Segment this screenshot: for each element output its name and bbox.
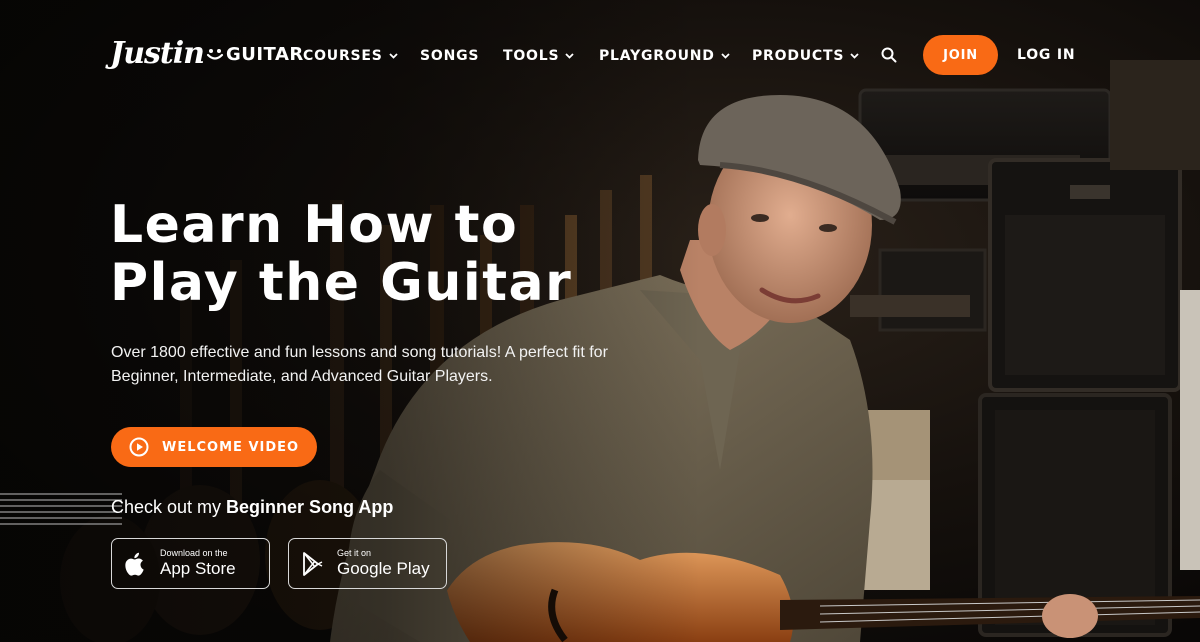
nav-songs-label: SONGS <box>420 48 480 64</box>
nav-courses-label: COURSES <box>303 48 383 64</box>
welcome-video-label: WELCOME VIDEO <box>162 439 300 455</box>
nav-tools[interactable]: TOOLS <box>503 47 574 65</box>
join-button[interactable]: JOIN <box>923 35 998 75</box>
guitar-strings-decoration <box>0 493 122 525</box>
app-promo-intro: Check out my <box>111 497 227 517</box>
smile-icon <box>206 49 224 60</box>
hero-subcopy: Over 1800 effective and fun lessons and … <box>111 344 608 385</box>
hero-headline-line1: Learn How to <box>110 195 519 255</box>
nav-courses[interactable]: COURSES <box>303 47 398 65</box>
play-circle-icon <box>129 437 149 457</box>
chevron-down-icon <box>389 53 398 59</box>
hero-headline: Learn How to Play the Guitar <box>110 196 670 312</box>
google-play-small-label: Get it on <box>337 548 372 558</box>
apple-icon <box>125 552 144 576</box>
chevron-down-icon <box>850 53 859 59</box>
nav-playground-label: PLAYGROUND <box>599 48 715 64</box>
app-store-big-label: App Store <box>160 559 236 578</box>
app-promo-text: Check out my Beginner Song App <box>111 497 393 518</box>
app-promo-name: Beginner Song App <box>226 497 394 517</box>
welcome-video-button[interactable]: WELCOME VIDEO <box>111 427 317 467</box>
top-navigation: Justin GUITAR COURSES SONGS TOOLS PLAYGR… <box>0 0 1200 110</box>
logo-script-text: Justin <box>110 36 205 71</box>
nav-playground[interactable]: PLAYGROUND <box>599 47 730 65</box>
hero-headline-line2: Play the Guitar <box>110 253 573 313</box>
nav-songs[interactable]: SONGS <box>420 47 479 65</box>
google-play-big-label: Google Play <box>337 559 430 578</box>
chevron-down-icon <box>721 53 730 59</box>
app-store-text: Download on the App Store <box>160 548 236 579</box>
nav-products[interactable]: PRODUCTS <box>752 47 859 65</box>
site-logo[interactable]: Justin GUITAR <box>110 33 304 75</box>
logo-word-text: GUITAR <box>225 43 304 65</box>
google-play-button[interactable]: Get it on Google Play <box>288 538 447 589</box>
app-store-button[interactable]: Download on the App Store <box>111 538 270 589</box>
google-play-icon <box>303 551 323 576</box>
nav-tools-label: TOOLS <box>503 48 560 64</box>
nav-products-label: PRODUCTS <box>752 48 845 64</box>
chevron-down-icon <box>565 53 574 59</box>
app-store-small-label: Download on the <box>160 548 228 558</box>
google-play-text: Get it on Google Play <box>337 548 430 579</box>
login-link[interactable]: LOG IN <box>1017 47 1075 63</box>
search-icon[interactable] <box>880 46 898 64</box>
